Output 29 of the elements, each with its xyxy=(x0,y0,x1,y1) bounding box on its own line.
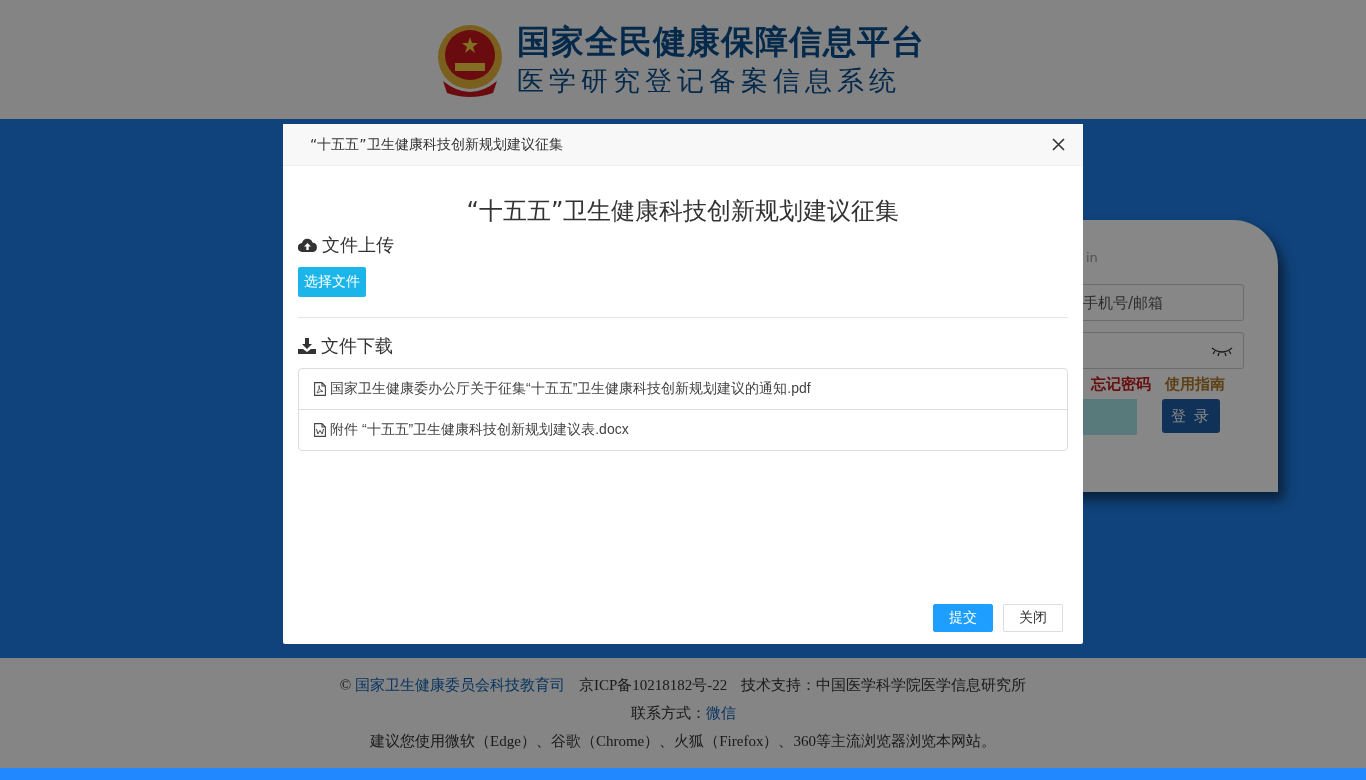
national-emblem-icon xyxy=(435,22,505,97)
file-name: 附件 “十五五”卫生健康科技创新规划建议表.docx xyxy=(330,421,629,439)
submit-button[interactable]: 提交 xyxy=(933,604,993,632)
forgot-password-link[interactable]: 忘记密码 xyxy=(1091,375,1151,399)
icp-number: 京ICP备10218182号-22 xyxy=(578,677,728,693)
choose-file-button[interactable]: 选择文件 xyxy=(298,267,366,297)
word-file-icon xyxy=(314,423,326,437)
download-icon xyxy=(298,338,316,354)
modal-heading: “十五五”卫生健康科技创新规划建议征集 xyxy=(465,196,901,226)
department-link[interactable]: 国家卫生健康委员会科技教育司 xyxy=(354,677,565,693)
copyright-sign: © xyxy=(339,677,352,693)
user-guide-link[interactable]: 使用指南 xyxy=(1165,375,1225,399)
system-subtitle: 医学研究登记备案信息系统 xyxy=(517,64,902,97)
file-list-item[interactable]: 国家卫生健康委办公厅关于征集“十五五”卫生健康科技创新规划建议的通知.pdf xyxy=(299,369,1067,409)
close-button[interactable]: 关闭 xyxy=(1003,604,1063,632)
wechat-link[interactable]: 微信 xyxy=(705,705,736,721)
tech-support-text: 技术支持：中国医学科学院医学信息研究所 xyxy=(741,677,1027,693)
download-section-title: 文件下载 xyxy=(321,334,393,358)
upload-section-title: 文件上传 xyxy=(322,233,394,257)
browser-recommendation: 建议您使用微软（Edge）、谷歌（Chrome）、火狐（Firefox）、360等主流浏览器浏览本网站。 xyxy=(370,733,996,749)
file-name: 国家卫生健康委办公厅关于征集“十五五”卫生健康科技创新规划建议的通知.pdf xyxy=(330,380,811,398)
login-button[interactable]: 登 录 xyxy=(1162,399,1220,433)
contact-label: 联系方式： xyxy=(630,705,706,721)
close-icon[interactable] xyxy=(1052,138,1065,151)
platform-title: 国家全民健康保障信息平台 xyxy=(517,22,925,61)
modal-title: “十五五”卫生健康科技创新规划建议征集 xyxy=(310,135,563,154)
file-list-item[interactable]: 附件 “十五五”卫生健康科技创新规划建议表.docx xyxy=(299,409,1067,450)
cloud-upload-icon xyxy=(298,238,317,252)
pdf-file-icon xyxy=(314,382,326,396)
